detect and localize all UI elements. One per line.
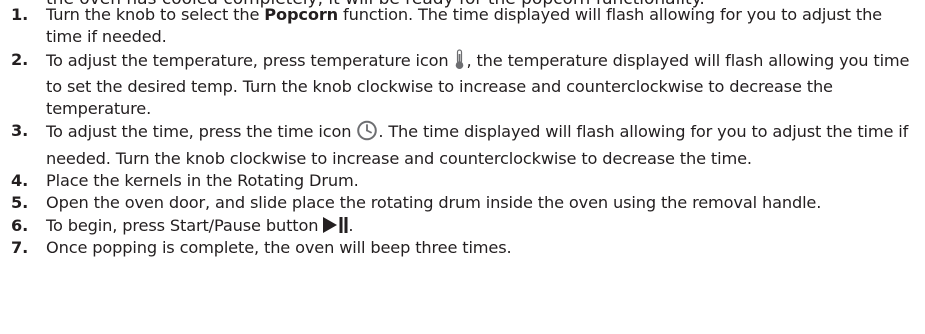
thermometer-icon bbox=[453, 48, 466, 76]
step-number: 6. bbox=[11, 215, 29, 235]
step-text: Once popping is complete, the oven will … bbox=[46, 237, 512, 257]
steps-list: 1. Turn the knob to select the Popcorn fu… bbox=[8, 4, 920, 259]
list-item: 6. To begin, press Start/Pause button . bbox=[8, 215, 920, 237]
step-text: . bbox=[348, 215, 354, 235]
list-item: 4. Place the kernels in the Rotating Drum… bbox=[8, 170, 920, 192]
step-number: 2. bbox=[11, 49, 29, 69]
list-item: 2. To adjust the temperature, press tempe… bbox=[8, 48, 920, 121]
step-number: 7. bbox=[11, 237, 29, 257]
list-item: 3. To adjust the time, press the time ico… bbox=[8, 120, 920, 170]
list-item: 7. Once popping is complete, the oven wil… bbox=[8, 237, 920, 259]
step-number: 3. bbox=[11, 121, 29, 141]
step-number: 5. bbox=[11, 193, 29, 213]
step-text: Place the kernels in the Rotating Drum. bbox=[46, 171, 359, 191]
list-item: 5. Open the oven door, and slide place th… bbox=[8, 192, 920, 214]
step-text: Turn the knob to select the bbox=[46, 5, 265, 24]
step-text: To adjust the time, press the time icon bbox=[46, 122, 357, 142]
instruction-page: the oven has cooled completely, it will … bbox=[0, 0, 925, 334]
clock-icon bbox=[356, 120, 378, 147]
list-item: 1. Turn the knob to select the Popcorn fu… bbox=[8, 4, 920, 49]
step-number: 1. bbox=[11, 5, 29, 24]
step-text: To adjust the temperature, press tempera… bbox=[46, 50, 454, 70]
play-pause-icon bbox=[323, 216, 348, 233]
step-text: To begin, press Start/Pause button bbox=[46, 215, 324, 235]
step-number: 4. bbox=[11, 171, 29, 191]
step-bold-text: Popcorn bbox=[264, 5, 339, 24]
step-text: Open the oven door, and slide place the … bbox=[46, 193, 822, 213]
